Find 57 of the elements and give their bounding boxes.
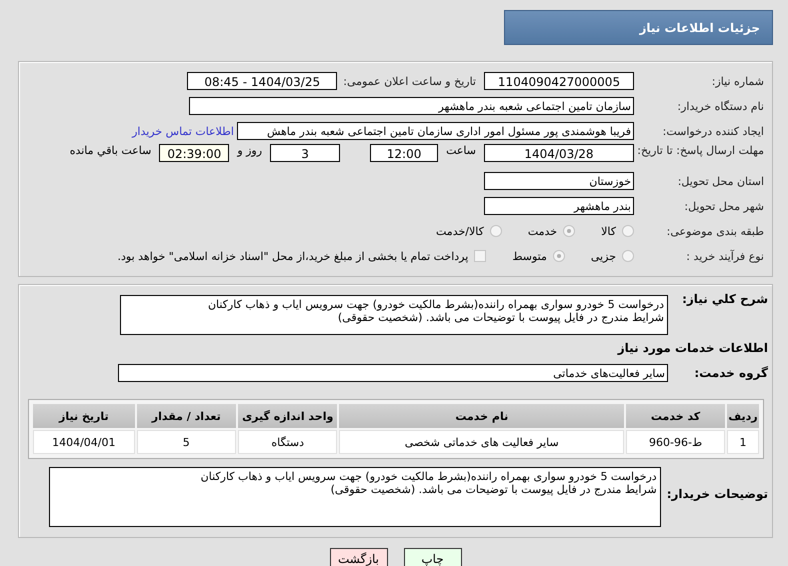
remaining-time-field: 02:39:00 xyxy=(159,144,230,162)
field-label: تاریخ و ساعت اعلان عمومی: xyxy=(343,74,476,88)
section-title: اطلاعات خدمات مورد نیاز xyxy=(618,341,769,355)
column-header: تاریخ نیاز xyxy=(33,404,135,428)
province-field: خوزستان xyxy=(484,172,634,190)
print-button[interactable]: چاپ xyxy=(404,548,462,566)
radio-button[interactable] xyxy=(552,250,565,262)
description-textarea: درخواست 5 خودرو سواری بهمراه راننده(بشرط مالکیت خودرو) جهت سرویس ایاب و ذهاب کارکنان شرایط مندرج در فایل پیوست با توضیحات می باشد. (شخصیت حقوقی) xyxy=(120,295,668,335)
radio-button[interactable] xyxy=(563,225,576,237)
table-cell: 1404/04/01 xyxy=(33,430,135,454)
field-label: ساعت xyxy=(446,144,476,157)
buyer-contact-link[interactable]: اطلاعات تماس خریدار xyxy=(132,124,234,138)
column-header: نام خدمت xyxy=(339,404,624,428)
deadline-time-field: 12:00 xyxy=(370,144,438,162)
field-label: ایجاد کننده درخواست: xyxy=(662,124,765,138)
need-number-field: 1104090427000005 xyxy=(484,72,634,90)
creator-field: فریبا هوشمندی پور مسئول امور اداری سازمان تامین اجتماعی شعبه بندر ماهش xyxy=(237,122,634,140)
radio-button[interactable] xyxy=(622,250,634,262)
column-header: ردیف xyxy=(727,404,759,428)
deadline-date-field: 1404/03/28 xyxy=(484,144,634,162)
field-label: شهر محل تحویل: xyxy=(683,200,765,212)
table-cell: 1 xyxy=(727,430,759,454)
field-label: نام دستگاه خریدار: xyxy=(676,100,765,112)
radio-button[interactable] xyxy=(490,225,502,237)
buyer-notes-textarea: درخواست 5 خودرو سواری بهمراه راننده(بشرط مالکیت خودرو) جهت سرویس ایاب و ذهاب کارکنان شرایط مندرج در فایل پیوست با توضیحات می باشد. (شخصیت حقوقی) xyxy=(48,467,661,527)
table-cell: ط-96-960 xyxy=(626,430,726,454)
checkbox-label: پرداخت تمام یا بخشی از مبلغ خرید،از محل "اسناد خزانه اسلامی" خواهد بود. xyxy=(118,250,468,262)
page-title: جزئیات اطلاعات نیاز xyxy=(504,10,773,45)
radio-label: کالا xyxy=(601,224,616,238)
field-label: ساعت باقي مانده xyxy=(70,144,152,157)
column-header: تعداد / مقدار xyxy=(136,404,236,428)
field-label: طبقه بندی موضوعی: xyxy=(666,224,765,238)
column-header: واحد اندازه گیری xyxy=(238,404,338,428)
field-label: گروه خدمت: xyxy=(693,366,769,380)
city-field: بندر ماهشهر xyxy=(484,197,634,215)
table-cell: دستگاه xyxy=(238,430,338,454)
column-header: کد خدمت xyxy=(626,404,726,428)
checkbox[interactable] xyxy=(474,250,486,262)
radio-button[interactable] xyxy=(622,225,634,237)
field-label: شماره نیاز: xyxy=(710,74,765,88)
days-field: 3 xyxy=(270,144,340,162)
service-group-field: سایر فعالیت‌های خدماتی xyxy=(118,364,668,382)
field-label: توضیحات خریدار: xyxy=(666,487,769,501)
field-label: مهلت ارسال پاسخ: تا تاریخ: xyxy=(636,144,765,158)
radio-label: خدمت xyxy=(528,224,558,238)
field-label: استان محل تحویل: xyxy=(676,174,765,188)
table-cell: سایر فعالیت های خدماتی شخصی xyxy=(339,430,624,454)
table-cell: 5 xyxy=(136,430,236,454)
announce-date-field: 1404/03/25 - 08:45 xyxy=(187,72,338,90)
radio-label: متوسط xyxy=(512,250,547,262)
radio-label: کالا/خدمت xyxy=(436,224,484,238)
field-label: نوع فرآیند خرید : xyxy=(685,250,765,262)
radio-label: جزیی xyxy=(590,250,616,262)
field-label: روز و xyxy=(237,144,262,157)
back-button[interactable]: بازگشت xyxy=(330,548,388,566)
buyer-org-field: سازمان تامین اجتماعی شعبه بندر ماهشهر xyxy=(189,97,634,115)
field-label: شرح کلي نیاز: xyxy=(681,292,769,306)
